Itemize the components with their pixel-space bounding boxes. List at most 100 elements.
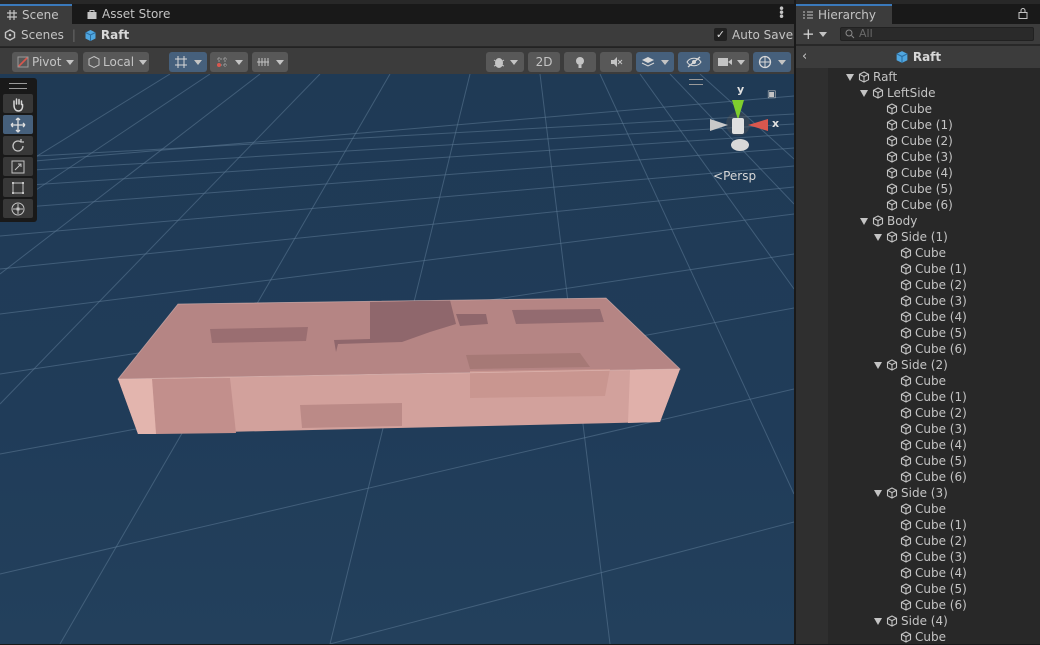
tree-leaf[interactable]: Cube (3) bbox=[828, 421, 1040, 437]
expand-triangle-icon[interactable] bbox=[846, 73, 854, 81]
tree-node[interactable]: LeftSide bbox=[828, 85, 1040, 101]
tree-leaf[interactable]: Cube (4) bbox=[828, 165, 1040, 181]
tree-leaf[interactable]: Cube (5) bbox=[828, 453, 1040, 469]
raft-model[interactable] bbox=[117, 297, 681, 434]
tree-leaf[interactable]: Cube (2) bbox=[828, 533, 1040, 549]
tree-leaf[interactable]: Cube (6) bbox=[828, 197, 1040, 213]
x-axis-cone[interactable] bbox=[748, 119, 768, 131]
tree-leaf[interactable]: Cube (4) bbox=[828, 565, 1040, 581]
lock-icon[interactable] bbox=[1017, 7, 1029, 19]
tab-asset-store[interactable]: Asset Store bbox=[80, 4, 180, 24]
scene-viewport[interactable]: y x ▣ <Persp bbox=[0, 74, 794, 644]
tree-leaf[interactable]: Cube (3) bbox=[828, 149, 1040, 165]
rect-tool-button[interactable] bbox=[3, 178, 33, 197]
orientation-gizmo[interactable] bbox=[710, 100, 768, 151]
lighting-toggle[interactable] bbox=[564, 52, 596, 72]
tree-leaf[interactable]: Cube (5) bbox=[828, 325, 1040, 341]
tree-item-label: Cube (3) bbox=[915, 550, 967, 564]
tree-leaf[interactable]: Cube (4) bbox=[828, 437, 1040, 453]
tree-leaf[interactable]: Cube (6) bbox=[828, 469, 1040, 485]
toggle-2d-button[interactable]: 2D bbox=[528, 52, 560, 72]
gameobject-cube-icon bbox=[886, 119, 898, 131]
layers-icon bbox=[641, 57, 655, 67]
neg-x-axis-cone[interactable] bbox=[710, 119, 728, 131]
expand-triangle-icon[interactable] bbox=[874, 489, 882, 497]
audio-toggle[interactable] bbox=[600, 52, 632, 72]
tree-leaf[interactable]: Cube bbox=[828, 373, 1040, 389]
tree-leaf[interactable]: Cube (4) bbox=[828, 309, 1040, 325]
auto-save-checkbox[interactable]: ✓ bbox=[714, 28, 727, 41]
breadcrumb-scenes[interactable]: Scenes bbox=[21, 28, 64, 42]
tree-leaf[interactable]: Cube (2) bbox=[828, 405, 1040, 421]
tree-leaf[interactable]: Cube (1) bbox=[828, 117, 1040, 133]
scene-visibility-toggle[interactable] bbox=[678, 52, 710, 72]
hierarchy-search-input[interactable]: All bbox=[840, 27, 1034, 41]
local-dropdown[interactable]: Local bbox=[83, 52, 149, 72]
neg-y-axis-cone[interactable] bbox=[731, 139, 749, 151]
rect-transform-icon bbox=[12, 181, 24, 194]
gizmos-dropdown[interactable] bbox=[753, 52, 791, 72]
tree-leaf[interactable]: Cube (3) bbox=[828, 549, 1040, 565]
tree-leaf[interactable]: Cube (6) bbox=[828, 597, 1040, 613]
tree-node[interactable]: Side (2) bbox=[828, 357, 1040, 373]
tree-node[interactable]: Side (4) bbox=[828, 613, 1040, 629]
expand-triangle-icon[interactable] bbox=[874, 233, 882, 241]
expand-triangle-icon[interactable] bbox=[860, 89, 868, 97]
overlay-drag-handle[interactable] bbox=[689, 79, 703, 85]
breadcrumb-current[interactable]: Raft bbox=[101, 28, 129, 42]
snap-increment-dropdown[interactable] bbox=[210, 52, 248, 72]
hand-tool-button[interactable] bbox=[3, 94, 33, 113]
chevron-down-icon bbox=[778, 59, 786, 65]
tree-item-label: Cube (1) bbox=[901, 118, 953, 132]
move-tool-button[interactable] bbox=[3, 115, 33, 134]
tree-leaf[interactable]: Cube (3) bbox=[828, 293, 1040, 309]
gameobject-cube-icon bbox=[886, 103, 898, 115]
hierarchy-gutter bbox=[796, 68, 828, 644]
tree-leaf[interactable]: Cube (5) bbox=[828, 181, 1040, 197]
transform-icon bbox=[11, 202, 25, 215]
tree-item-label: Side (4) bbox=[901, 614, 948, 628]
tree-leaf[interactable]: Cube (2) bbox=[828, 133, 1040, 149]
tree-leaf[interactable]: Cube (6) bbox=[828, 341, 1040, 357]
tree-leaf[interactable]: Cube (5) bbox=[828, 581, 1040, 597]
tree-leaf[interactable]: Cube (1) bbox=[828, 389, 1040, 405]
lock-icon[interactable]: ▣ bbox=[767, 89, 776, 100]
add-button[interactable]: + bbox=[802, 25, 827, 43]
tree-leaf[interactable]: Cube bbox=[828, 245, 1040, 261]
tree-node[interactable]: Side (3) bbox=[828, 485, 1040, 501]
tree-leaf[interactable]: Cube bbox=[828, 101, 1040, 117]
grid-visibility-dropdown[interactable] bbox=[252, 52, 288, 72]
gameobject-cube-icon bbox=[900, 423, 912, 435]
grid-snap-toggle[interactable] bbox=[169, 52, 207, 72]
projection-toggle[interactable]: <Persp bbox=[713, 169, 756, 183]
more-options-icon[interactable]: • • • bbox=[778, 3, 785, 23]
tree-leaf[interactable]: Cube bbox=[828, 629, 1040, 645]
tree-leaf[interactable]: Cube bbox=[828, 501, 1040, 517]
breadcrumb-separator: | bbox=[71, 28, 76, 42]
expand-triangle-icon[interactable] bbox=[874, 617, 882, 625]
chevron-down-icon bbox=[510, 59, 518, 65]
tree-leaf[interactable]: Cube (1) bbox=[828, 261, 1040, 277]
tab-scene[interactable]: Scene bbox=[0, 4, 72, 24]
gizmo-center-cube[interactable] bbox=[732, 118, 744, 134]
tree-leaf[interactable]: Cube (1) bbox=[828, 517, 1040, 533]
tree-leaf[interactable]: Cube (2) bbox=[828, 277, 1040, 293]
local-label: Local bbox=[103, 55, 135, 69]
scale-tool-button[interactable] bbox=[3, 157, 33, 176]
palette-drag-handle[interactable] bbox=[9, 83, 27, 89]
gameobject-cube-icon bbox=[886, 135, 898, 147]
tree-node[interactable]: Side (1) bbox=[828, 229, 1040, 245]
tree-node[interactable]: Body bbox=[828, 213, 1040, 229]
tree-node[interactable]: Raft bbox=[828, 69, 1040, 85]
scene-3d-view[interactable] bbox=[0, 74, 794, 644]
expand-triangle-icon[interactable] bbox=[874, 361, 882, 369]
expand-triangle-icon[interactable] bbox=[860, 217, 868, 225]
pivot-dropdown[interactable]: Pivot bbox=[12, 52, 78, 72]
rotate-tool-button[interactable] bbox=[3, 136, 33, 155]
draw-mode-dropdown[interactable] bbox=[486, 52, 524, 72]
effects-dropdown[interactable] bbox=[636, 52, 674, 72]
tab-hierarchy[interactable]: Hierarchy bbox=[796, 4, 892, 24]
transform-tool-button[interactable] bbox=[3, 199, 33, 218]
camera-dropdown[interactable] bbox=[713, 52, 749, 72]
back-arrow-icon[interactable]: ‹ bbox=[802, 49, 807, 64]
